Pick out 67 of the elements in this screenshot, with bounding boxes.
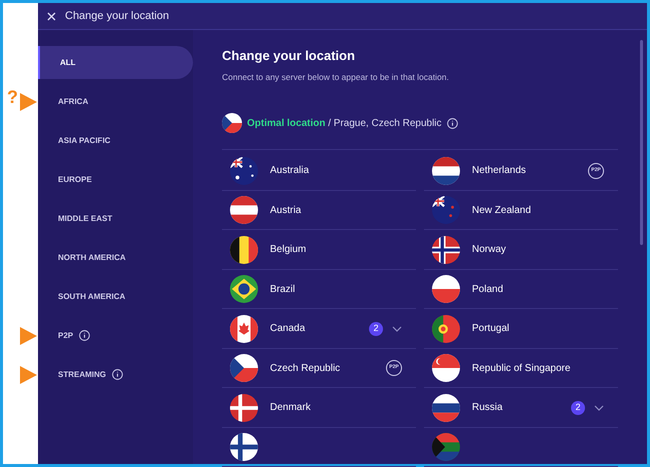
country-name: Portugal [472,322,510,336]
flag-icon [230,236,258,264]
country-name: Denmark [270,401,311,415]
country-name: Brazil [270,282,296,296]
country-name: Canada [270,322,306,336]
country-name: New Zealand [472,204,531,218]
flag-icon [432,275,460,303]
optimal-location-text: Optimal location / Prague, Czech Republic [247,116,442,131]
page-heading: Change your location [222,47,356,65]
flag-icon [230,196,258,224]
flag-icon [230,354,258,382]
region-tab[interactable]: EUROPE [38,163,193,196]
window-title: Change your location [65,8,169,24]
flag-icon [230,433,258,461]
flag-icon [432,354,460,382]
country-row[interactable]: Canada 2 [222,309,416,349]
country-name: Austria [270,204,302,218]
flag-icon [222,113,242,134]
region-tab[interactable]: P2P [38,319,193,352]
country-row[interactable]: Belgium [222,230,416,270]
country-row[interactable]: Poland [424,270,618,310]
optimal-location-row[interactable]: Optimal location / Prague, Czech Republic [222,113,618,150]
country-row[interactable]: Austria [222,190,416,230]
region-tab[interactable]: SOUTH AMERICA [38,280,193,313]
flag-icon [230,156,258,184]
flag-icon [230,314,258,342]
scrollbar[interactable] [640,40,643,245]
country-row[interactable]: Norway [424,230,618,270]
close-icon[interactable] [47,12,56,20]
country-name: Belgium [270,243,306,257]
region-tab[interactable]: ALL [38,46,193,79]
count-badge: 2 [571,400,585,414]
country-name: Netherlands [472,164,526,178]
page-subtitle: Connect to any server below to appear to be in that location. [222,70,450,84]
country-row[interactable]: New Zealand [424,190,618,230]
flag-icon [230,394,258,422]
info-icon[interactable] [112,369,123,380]
country-row[interactable]: Republic of Singapore [424,348,618,388]
flag-icon [432,236,460,264]
country-row[interactable]: Australia [222,151,416,191]
country-name: Czech Republic [270,362,340,376]
flag-icon [432,433,460,461]
chevron-down-icon[interactable] [392,326,402,332]
flag-icon [432,196,460,224]
info-icon[interactable] [79,330,90,341]
country-name: Russia [472,401,503,415]
region-tab[interactable]: MIDDLE EAST [38,202,193,235]
flag-icon [432,394,460,422]
flag-icon [432,156,460,184]
question-mark: ? [7,88,18,106]
country-row[interactable]: Portugal [424,309,618,349]
chevron-down-icon[interactable] [594,404,604,410]
country-row[interactable]: Denmark [222,388,416,428]
flag-icon [432,314,460,342]
region-tab[interactable]: AFRICA [38,85,193,118]
info-icon[interactable] [446,118,458,129]
country-name: Republic of Singapore [472,362,570,376]
region-tab[interactable]: NORTH AMERICA [38,241,193,274]
region-tab[interactable]: STREAMING [38,358,193,391]
country-name: Norway [472,243,506,257]
country-name: Australia [270,164,309,178]
flag-icon [230,275,258,303]
country-name: Poland [472,282,504,296]
count-badge: 2 [369,322,383,336]
country-row[interactable]: Russia 2 [424,388,618,428]
region-tab[interactable]: ASIA PACIFIC [38,124,193,157]
country-row[interactable]: Brazil [222,270,416,310]
